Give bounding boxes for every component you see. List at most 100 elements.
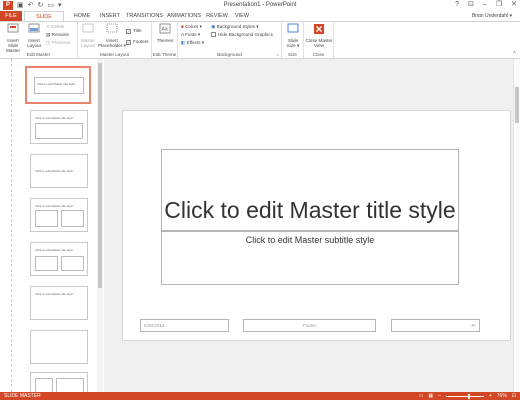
thumb-content-box	[61, 256, 84, 271]
group-label-edit-theme: Edit Theme	[152, 52, 177, 57]
themes-icon: Aa	[159, 23, 171, 34]
window-title: Presentation1 - PowerPoint	[223, 2, 297, 8]
normal-view-icon[interactable]: ▭	[419, 392, 424, 400]
group-master-layout: Master Layout Insert Placeholder ▾ ✓ Titl…	[78, 22, 152, 58]
effects-button[interactable]: ◧ Effects ▾	[181, 40, 204, 46]
title-bar: P ▣ ↶ ↻ ▭ ▾ Presentation1 - PowerPoint ?…	[0, 0, 520, 11]
collapse-ribbon-icon[interactable]: ˄	[513, 50, 516, 56]
checkbox-unchecked-icon	[211, 32, 216, 37]
thumbnail-layout-1[interactable]: Click to edit Master title style	[30, 110, 88, 144]
thumb-title-text: Click to edit Master title style	[35, 204, 74, 208]
zoom-level[interactable]: 76%	[497, 392, 507, 400]
thumbnail-layout-7[interactable]	[30, 372, 88, 392]
tab-file[interactable]: FILE	[0, 11, 22, 21]
ribbon: Insert Slide Master Insert Layout ✕ Dele…	[0, 21, 520, 59]
user-account[interactable]: Brian Underdahl ▾	[472, 11, 512, 21]
dialog-launcher-icon[interactable]: ↘	[276, 52, 279, 57]
insert-slide-master-button[interactable]: Insert Slide Master	[2, 23, 24, 53]
checkbox-checked-icon: ✓	[126, 40, 131, 45]
zoom-slider-knob[interactable]	[467, 393, 470, 399]
thumb-title-text: Click to edit Master title style	[37, 82, 76, 86]
thumbnail-slide-master[interactable]: Click to edit Master title style	[25, 66, 91, 104]
group-label-master-layout: Master Layout	[99, 52, 130, 57]
fit-to-window-icon[interactable]: ⊡	[512, 392, 516, 400]
thumbnail-layout-4[interactable]: Click to edit Master title style	[30, 242, 88, 276]
master-layout-icon	[82, 23, 94, 33]
insert-layout-icon	[28, 23, 40, 33]
title-placeholder-text: Click to edit Master title style	[164, 197, 456, 223]
title-checkbox[interactable]: ✓ Title	[126, 28, 142, 34]
themes-button[interactable]: Aa Themes	[154, 23, 176, 43]
background-styles-button[interactable]: ▣ Background Styles ▾	[211, 24, 259, 30]
tab-view[interactable]: VIEW	[233, 11, 251, 21]
thumb-content-box	[56, 378, 84, 392]
group-label-edit-master: Edit Master	[26, 52, 51, 57]
title-placeholder[interactable]: Click to edit Master title style	[161, 149, 459, 231]
tab-transitions[interactable]: TRANSITIONS	[126, 11, 163, 21]
group-size: Slide Size ▾ Size	[282, 22, 304, 58]
tab-animations[interactable]: ANIMATIONS	[167, 11, 201, 21]
tab-slide-master[interactable]: SLIDE MASTER	[24, 11, 64, 30]
thumb-content-box	[61, 210, 84, 227]
ribbon-display-icon[interactable]: ⊡	[468, 0, 474, 10]
group-close: Close Master View Close	[304, 22, 334, 58]
delete-button[interactable]: ✕ Delete	[46, 24, 64, 30]
colors-button[interactable]: ■ Colors ▾	[181, 24, 202, 30]
slide-size-icon	[287, 23, 299, 33]
footer-placeholder[interactable]: Footer	[243, 319, 376, 332]
minimize-icon[interactable]: –	[483, 0, 487, 10]
thumbnail-layout-6[interactable]	[30, 330, 88, 364]
thumbnail-layout-3[interactable]: Click to edit Master title style	[30, 198, 88, 232]
tab-insert[interactable]: INSERT	[98, 11, 122, 21]
help-icon[interactable]: ?	[455, 0, 459, 10]
thumb-title-text: Click to edit Master title style	[35, 292, 74, 296]
subtitle-placeholder-text: Click to edit Master subtitle style	[245, 235, 375, 245]
preserve-button[interactable]: ◫ Preserve	[46, 40, 70, 46]
rename-button[interactable]: ▤ Rename	[46, 32, 69, 38]
thumbnail-scroll-thumb[interactable]	[98, 63, 102, 288]
group-background: ■ Colors ▾ A Fonts ▾ ◧ Effects ▾ ▣ Backg…	[178, 22, 282, 58]
insert-layout-button[interactable]: Insert Layout	[26, 23, 42, 48]
close-master-view-icon	[314, 24, 324, 34]
thumb-content-box	[35, 378, 53, 392]
group-label-close: Close	[312, 52, 325, 57]
hide-background-graphics-checkbox[interactable]: Hide Background Graphics	[211, 32, 273, 38]
group-edit-theme: Aa Themes Edit Theme	[152, 22, 178, 58]
close-icon[interactable]: ✕	[511, 0, 517, 10]
slide-size-button[interactable]: Slide Size ▾	[284, 23, 302, 48]
close-master-view-button[interactable]: Close Master View	[305, 23, 333, 48]
date-placeholder[interactable]: 5/28/2013	[140, 319, 229, 332]
tab-home[interactable]: HOME	[72, 11, 92, 21]
master-layout-button[interactable]: Master Layout	[80, 23, 96, 48]
insert-placeholder-button[interactable]: Insert Placeholder ▾	[98, 23, 126, 48]
footers-checkbox[interactable]: ✓ Footers	[126, 39, 149, 45]
canvas-scroll-thumb[interactable]	[515, 87, 519, 123]
group-label-background: Background	[217, 52, 242, 57]
thumbnail-layout-2[interactable]: Click to edit Master title style	[30, 154, 88, 188]
thumb-title-text: Click to edit Master title style	[35, 169, 74, 173]
status-view-name: SLIDE MASTER	[4, 393, 41, 399]
thumbnail-connector	[11, 59, 12, 392]
thumbnail-scrollbar[interactable]	[97, 59, 103, 392]
thumbnail-layout-5[interactable]: Click to edit Master title style	[30, 286, 88, 320]
zoom-slider[interactable]	[445, 393, 484, 399]
restore-icon[interactable]: ❐	[496, 0, 502, 10]
checkbox-checked-icon: ✓	[126, 29, 131, 34]
zoom-in-icon[interactable]: +	[489, 392, 492, 400]
subtitle-placeholder[interactable]: Click to edit Master subtitle style	[161, 231, 459, 285]
insert-placeholder-icon	[106, 23, 118, 33]
window-controls: ? ⊡ – ❐ ✕	[455, 0, 517, 10]
tab-review[interactable]: REVIEW	[206, 11, 228, 21]
thumb-title-text: Click to edit Master title style	[35, 248, 74, 252]
thumb-title-text: Click to edit Master title style	[35, 116, 74, 120]
slide-sorter-icon[interactable]: ▦	[428, 392, 433, 400]
insert-slide-master-icon	[7, 23, 19, 33]
ribbon-tabs: FILE SLIDE MASTER HOME INSERT TRANSITION…	[0, 11, 520, 30]
slide-number-placeholder[interactable]: ‹#›	[391, 319, 480, 332]
zoom-out-icon[interactable]: –	[438, 392, 441, 400]
status-right: ▭ ▦ – + 76% ⊡	[419, 392, 516, 400]
canvas-scrollbar[interactable]	[513, 59, 520, 392]
group-label-size: Size	[288, 52, 297, 57]
group-edit-master: Insert Slide Master Insert Layout ✕ Dele…	[0, 22, 78, 58]
fonts-button[interactable]: A Fonts ▾	[181, 32, 200, 38]
